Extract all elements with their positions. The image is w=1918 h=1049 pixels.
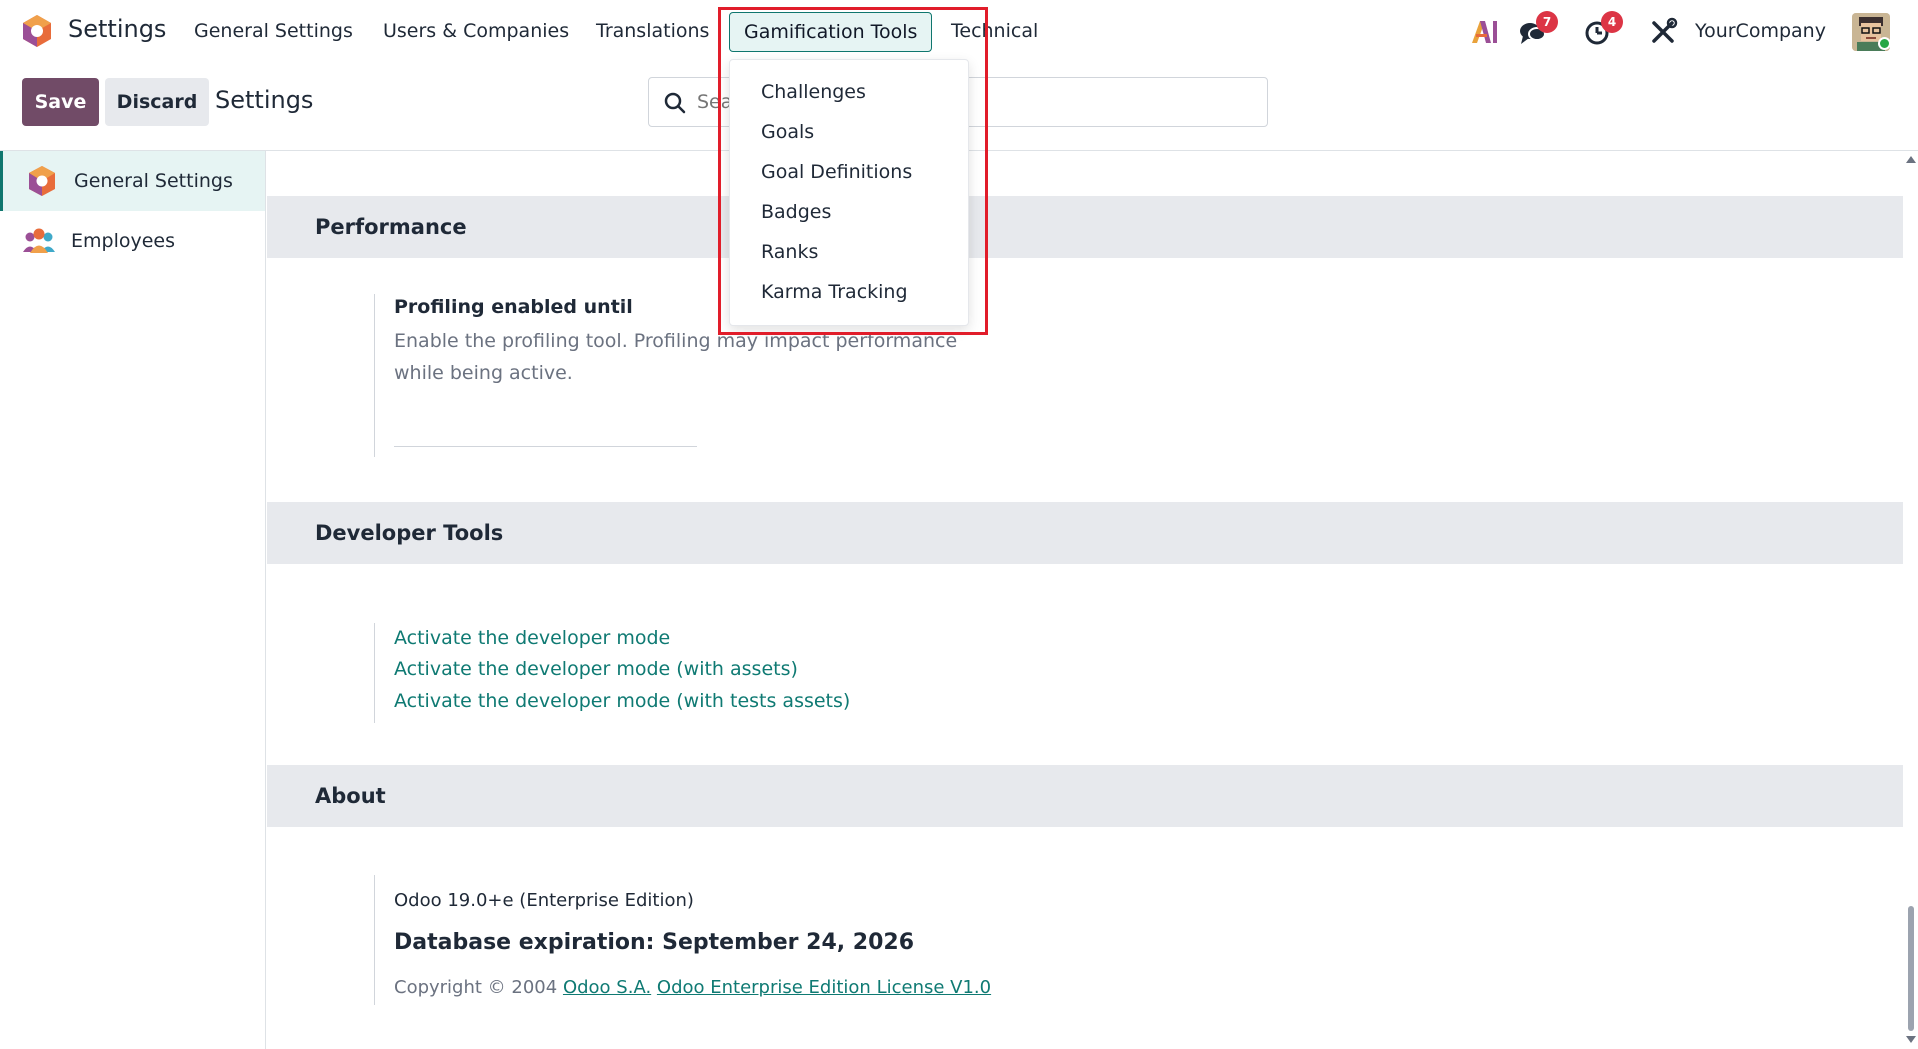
- dropdown-item-goal-definitions[interactable]: Goal Definitions: [761, 161, 912, 183]
- settings-sidebar: General Settings Employees: [0, 151, 266, 1049]
- scroll-down-arrow-icon[interactable]: [1906, 1036, 1916, 1043]
- search-icon: [664, 92, 686, 114]
- menu-users-companies[interactable]: Users & Companies: [383, 20, 569, 42]
- discard-button[interactable]: Discard: [105, 78, 209, 126]
- ai-icon-graphic: [1472, 21, 1497, 43]
- license-link[interactable]: Odoo Enterprise Edition License V1.0: [657, 977, 991, 998]
- profiling-date-field[interactable]: [394, 446, 697, 447]
- wrench-screwdriver-icon: [1652, 17, 1678, 43]
- messages-count-badge: 7: [1536, 11, 1558, 33]
- odoo-logo-icon[interactable]: [21, 14, 53, 48]
- copyright-line: Copyright © 2004 Odoo S.A. Odoo Enterpri…: [394, 977, 991, 998]
- ai-icon[interactable]: [1469, 17, 1499, 47]
- activate-developer-mode-link[interactable]: Activate the developer mode: [394, 627, 670, 649]
- page-title: Settings: [215, 86, 314, 114]
- activate-developer-mode-assets-link[interactable]: Activate the developer mode (with assets…: [394, 658, 798, 680]
- profiling-description: Enable the profiling tool. Profiling may…: [394, 330, 958, 384]
- performance-heading: Performance: [315, 215, 467, 239]
- developer-tools-border: [374, 623, 375, 723]
- content-scrollbar[interactable]: [1903, 151, 1918, 1049]
- scroll-thumb[interactable]: [1908, 906, 1914, 1031]
- dropdown-item-challenges[interactable]: Challenges: [761, 81, 866, 103]
- dropdown-item-karma-tracking[interactable]: Karma Tracking: [761, 281, 908, 303]
- odoo-sa-link[interactable]: Odoo S.A.: [563, 977, 651, 998]
- sidebar-item-employees[interactable]: Employees: [0, 211, 265, 271]
- messages-icon[interactable]: 7: [1518, 11, 1558, 47]
- menu-translations[interactable]: Translations: [596, 20, 709, 42]
- sidebar-item-general-settings[interactable]: General Settings: [0, 151, 265, 211]
- about-section-header: About: [267, 765, 1903, 827]
- developer-tools-section-header: Developer Tools: [267, 502, 1903, 564]
- company-switcher[interactable]: YourCompany: [1695, 20, 1826, 42]
- activate-developer-mode-tests-assets-link[interactable]: Activate the developer mode (with tests …: [394, 690, 850, 712]
- menu-technical[interactable]: Technical: [951, 20, 1038, 42]
- settings-content: Performance Profiling enabled until Enab…: [267, 151, 1903, 1049]
- employees-icon: [23, 228, 55, 253]
- about-heading: About: [315, 784, 386, 808]
- dropdown-item-ranks[interactable]: Ranks: [761, 241, 818, 263]
- copyright-text: Copyright © 2004: [394, 977, 558, 998]
- performance-section-header: Performance: [267, 196, 1903, 258]
- sidebar-item-label: General Settings: [74, 170, 233, 192]
- dropdown-item-badges[interactable]: Badges: [761, 201, 831, 223]
- app-title[interactable]: Settings: [68, 15, 166, 43]
- menu-gamification-tools[interactable]: Gamification Tools: [729, 12, 933, 52]
- about-border: [374, 875, 375, 1005]
- general-settings-icon: [29, 166, 55, 196]
- save-button[interactable]: Save: [22, 78, 99, 126]
- profiling-title: Profiling enabled until: [394, 296, 633, 318]
- debug-tools-icon[interactable]: [1648, 17, 1678, 47]
- online-status-dot: [1878, 37, 1891, 50]
- odoo-version: Odoo 19.0+e (Enterprise Edition): [394, 890, 694, 911]
- scroll-up-arrow-icon[interactable]: [1906, 156, 1916, 163]
- activities-count-badge: 4: [1601, 11, 1623, 33]
- menu-general-settings[interactable]: General Settings: [194, 20, 353, 42]
- developer-tools-heading: Developer Tools: [315, 521, 504, 545]
- top-navbar: Settings General Settings Users & Compan…: [0, 0, 1918, 62]
- dropdown-item-goals[interactable]: Goals: [761, 121, 814, 143]
- sidebar-item-label: Employees: [71, 230, 175, 252]
- activities-icon[interactable]: 4: [1583, 11, 1623, 47]
- gamification-dropdown-menu: Challenges Goals Goal Definitions Badges…: [729, 59, 969, 326]
- profiling-setting-border: [374, 294, 375, 457]
- database-expiration: Database expiration: September 24, 2026: [394, 930, 915, 955]
